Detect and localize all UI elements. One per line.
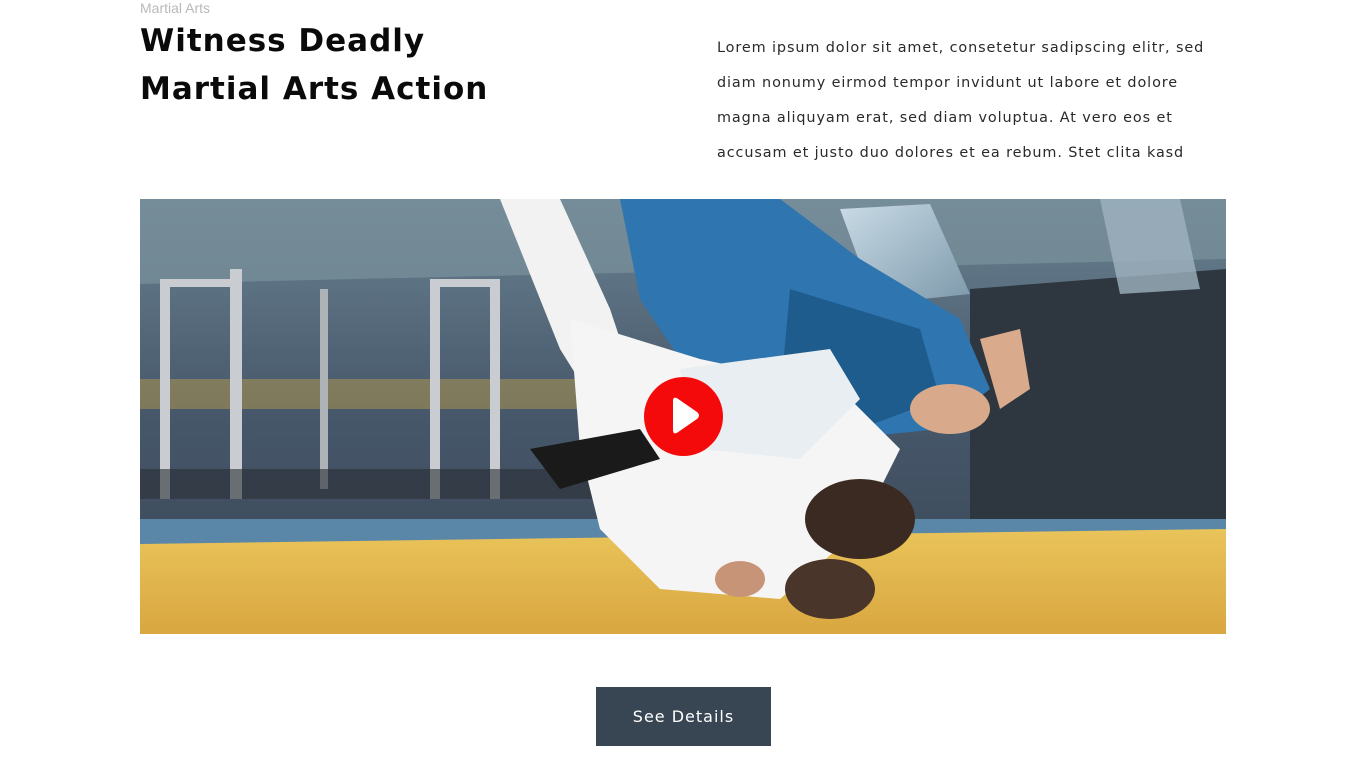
section-intro-text: Lorem ipsum dolor sit amet, consetetur s…: [717, 40, 1205, 161]
headline-line-2: Martial Arts Action: [140, 71, 489, 107]
video-thumbnail[interactable]: [140, 199, 1226, 634]
section-eyebrow: Martial Arts: [140, 0, 211, 16]
see-details-button[interactable]: See Details: [596, 687, 771, 746]
play-icon: [673, 397, 699, 434]
headline-line-1: Witness Deadly: [140, 23, 426, 59]
section-headline: Witness Deadly Martial Arts Action: [140, 17, 560, 113]
play-button[interactable]: [644, 377, 723, 456]
page: Martial Arts Witness Deadly Martial Arts…: [0, 0, 1366, 766]
